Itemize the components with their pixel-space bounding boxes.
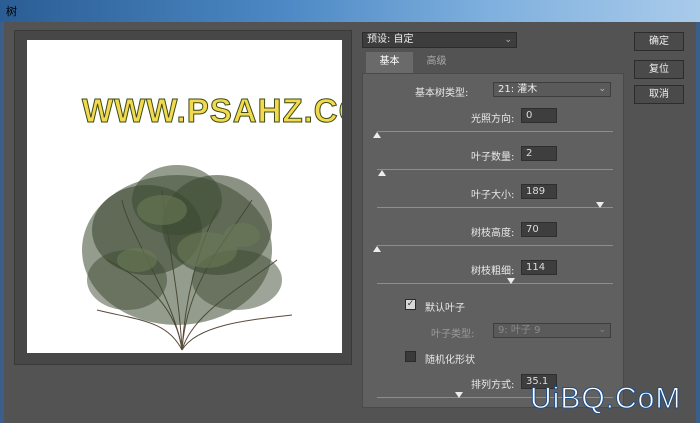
window-title: 树: [6, 5, 17, 18]
preset-value: 预设: 自定: [367, 34, 414, 45]
tree-type-label: 基本树类型:: [415, 88, 469, 99]
arrangement-slider-thumb[interactable]: [455, 392, 463, 398]
default-leaf-label: 默认叶子: [425, 303, 465, 314]
leaf-size-label: 叶子大小:: [471, 190, 515, 201]
leaf-type-value: 9: 叶子 9: [498, 325, 541, 336]
tab-basic[interactable]: 基本: [366, 52, 413, 73]
branch-height-slider-thumb[interactable]: [373, 246, 381, 252]
tree-dialog: WWW.PSAHZ.COM 预设: 自定 ⌄ 基本 高级 基本树类型: 21: …: [4, 22, 696, 423]
tree-type-dropdown[interactable]: 21: 灌木 ⌄: [493, 82, 611, 97]
leaf-count-slider[interactable]: [377, 169, 613, 176]
preset-dropdown[interactable]: 预设: 自定 ⌄: [362, 32, 517, 48]
branch-thickness-slider-thumb[interactable]: [507, 278, 515, 284]
ok-button[interactable]: 确定: [634, 32, 684, 51]
branch-height-slider[interactable]: [373, 245, 613, 252]
leaf-count-slider-thumb[interactable]: [378, 170, 386, 176]
branch-thickness-input[interactable]: 114: [521, 260, 557, 275]
branch-thickness-slider[interactable]: [377, 278, 613, 284]
light-direction-slider-thumb[interactable]: [373, 132, 381, 138]
footer-watermark: UiBQ.CoM: [529, 382, 682, 416]
randomize-checkbox[interactable]: [405, 351, 416, 362]
leaf-count-label: 叶子数量:: [471, 152, 515, 163]
leaf-size-slider-thumb[interactable]: [596, 202, 604, 208]
tree-preview-image: [82, 165, 293, 351]
branch-thickness-label: 树枝粗细:: [471, 266, 515, 277]
tree-type-value: 21: 灌木: [498, 84, 538, 95]
light-direction-label: 光照方向:: [471, 114, 515, 125]
branch-height-input[interactable]: 70: [521, 222, 557, 237]
leaf-count-input[interactable]: 2: [521, 146, 557, 161]
leaf-size-input[interactable]: 189: [521, 184, 557, 199]
title-bar: 树: [0, 0, 700, 22]
branch-height-label: 树枝高度:: [471, 228, 515, 239]
preview-watermark: WWW.PSAHZ.COM: [82, 92, 342, 130]
tree-preview: WWW.PSAHZ.COM: [27, 40, 342, 353]
light-direction-input[interactable]: 0: [521, 108, 557, 123]
leaf-type-label: 叶子类型:: [431, 329, 475, 340]
tab-advanced[interactable]: 高级: [413, 52, 460, 73]
arrangement-label: 排列方式:: [471, 380, 515, 391]
randomize-label: 随机化形状: [425, 355, 475, 366]
chevron-down-icon: ⌄: [598, 325, 606, 335]
preview-frame: WWW.PSAHZ.COM: [14, 30, 352, 365]
cancel-button[interactable]: 取消: [634, 85, 684, 104]
settings-panel: 基本树类型: 21: 灌木 ⌄ 光照方向: 0 叶子数量: 2 叶子大小: 18…: [362, 73, 624, 408]
default-leaf-checkbox[interactable]: ✓: [405, 299, 416, 310]
reset-button[interactable]: 复位: [634, 60, 684, 79]
leaf-size-slider[interactable]: [377, 202, 613, 208]
chevron-down-icon: ⌄: [504, 35, 512, 45]
light-direction-slider[interactable]: [373, 131, 613, 138]
leaf-type-dropdown[interactable]: 9: 叶子 9 ⌄: [493, 323, 611, 338]
chevron-down-icon: ⌄: [598, 84, 606, 94]
